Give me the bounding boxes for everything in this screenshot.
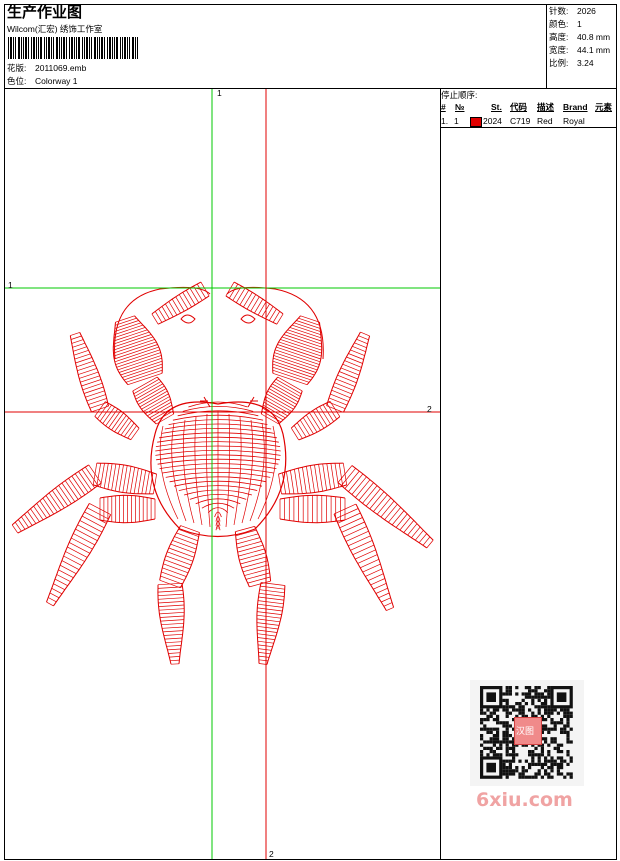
barcode [8,37,138,59]
stat-label: 比例: [549,58,569,68]
qr-code-watermark: 汉图 [470,680,584,786]
column-header: 元素 [595,102,613,112]
stat-value: 3.24 [577,58,594,68]
row-code: C719 [510,116,531,126]
column-header: 代码 [510,102,528,112]
green-horizontal-guide-label: 1 [8,280,13,290]
column-header: # [441,102,446,112]
crab-embroidery [11,281,434,665]
stat-label: 颜色: [549,19,569,29]
colorway-value: Colorway 1 [35,76,78,86]
design-label: 花版: [7,63,27,73]
page-title: 生产作业图 [7,4,83,21]
stat-value: 40.8 mm [577,32,611,42]
colorway-label: 色位: [7,76,27,86]
company-name: Wilcom(汇宏) 绣饰工作室 [7,24,103,34]
column-header: 描述 [537,102,555,112]
stop-sequence-divider [440,127,617,128]
stamp-seal-text: 汉图 [516,726,535,736]
stop-sequence-title: 停止顺序: [441,90,478,100]
stat-value: 2026 [577,6,596,16]
stat-label: 高度: [549,32,569,42]
color-swatch [470,117,482,127]
row-desc: Red [537,116,553,126]
red-vertical-guide-label: 2 [269,849,274,859]
column-header: Brand [563,102,588,112]
row-stitches: 2024 [483,116,502,126]
stat-label: 针数: [549,6,569,16]
column-header: № [455,102,465,112]
column-header: St. [491,102,502,112]
design-file: 2011069.emb [35,63,87,73]
stat-label: 宽度: [549,45,569,55]
red-horizontal-guide-label: 2 [427,404,432,414]
green-vertical-guide-label: 1 [217,88,222,98]
design-preview [5,89,440,859]
row-brand: Royal [563,116,585,126]
stat-value: 44.1 mm [577,45,611,55]
row-num: 1 [454,116,459,126]
row-index: 1. [441,116,449,126]
stat-value: 1 [577,19,582,29]
watermark-logo-text: 6xiu.com [476,789,573,811]
